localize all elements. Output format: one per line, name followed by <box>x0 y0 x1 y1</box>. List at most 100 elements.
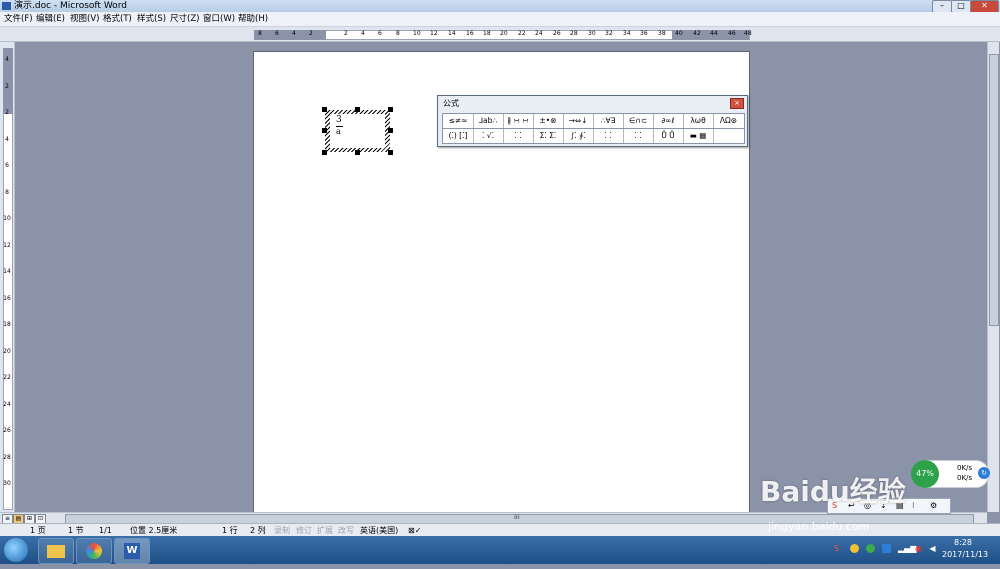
relational-symbols-button[interactable]: ≤≠≈ <box>443 114 474 128</box>
equation-object[interactable]: 3 a <box>325 110 390 152</box>
volume-tray-icon[interactable]: ◀ <box>928 544 937 553</box>
sogou-tray-icon[interactable]: S <box>832 544 841 553</box>
settings-icon[interactable]: ⚙ <box>930 500 937 512</box>
matrix-templates-button[interactable]: ▬ ▦ <box>683 129 714 143</box>
browser-taskbar-icon[interactable] <box>76 538 112 564</box>
clock-time[interactable]: 8:28 <box>954 538 972 547</box>
more-icon[interactable]: ⁝ <box>912 500 915 512</box>
menu-help[interactable]: 帮助(H) <box>238 12 268 26</box>
menu-style[interactable]: 样式(S) <box>137 12 166 26</box>
security-tray-icon[interactable] <box>866 544 875 553</box>
products-set-templates-button[interactable]: Ů Ů <box>653 129 684 143</box>
vertical-ruler[interactable]: 4 2 2 4 6 8 10 12 14 16 18 20 22 24 26 28 30 <box>0 42 15 512</box>
spaces-ellipses-button[interactable]: ⅃ab∴ <box>473 114 504 128</box>
equation-toolbar-close-button[interactable]: × <box>730 98 744 109</box>
ruler-left-margin <box>254 30 326 40</box>
vruler-tick-label: 10 <box>3 215 11 222</box>
ruler-tick-label: 2 <box>309 30 313 37</box>
resize-handle[interactable] <box>322 107 327 112</box>
status-record[interactable]: 录制 <box>274 525 290 536</box>
ruler-tick-label: 36 <box>640 30 648 37</box>
logical-symbols-button[interactable]: ∴∀∃ <box>593 114 624 128</box>
title-bar: 演示.doc - Microsoft Word – □ ✕ <box>0 0 1000 13</box>
ruler-tick-label: 22 <box>518 30 526 37</box>
fence-templates-button[interactable]: (⁚) [⁚] <box>443 129 474 143</box>
download-speed: 0K/s <box>957 474 973 482</box>
set-theory-symbols-button[interactable]: ∈∩⊂ <box>623 114 654 128</box>
wifi-tray-icon[interactable]: ◉ <box>914 544 923 553</box>
resize-handle[interactable] <box>388 107 393 112</box>
integral-templates-button[interactable]: ∫⁚ ∮⁚ <box>563 129 594 143</box>
status-overtype[interactable]: 改写 <box>338 525 354 536</box>
status-track-changes[interactable]: 修订 <box>296 525 312 536</box>
subscript-superscript-templates-button[interactable]: ⁚ ⁚ <box>503 129 534 143</box>
resize-handle[interactable] <box>355 150 360 155</box>
misc-symbols-button[interactable]: ∂∞ℓ <box>653 114 684 128</box>
underbar-overbar-templates-button[interactable]: ⁚ ⁚ <box>593 129 624 143</box>
refresh-icon[interactable]: ↻ <box>978 467 990 479</box>
menu-format[interactable]: 格式(T) <box>103 12 132 26</box>
menu-size[interactable]: 尺寸(Z) <box>170 12 199 26</box>
status-extend[interactable]: 扩展 <box>317 525 333 536</box>
equation-toolbar[interactable]: 公式 × ≤≠≈ ⅃ab∴ ∦ ∺ ∺ ±•⊗ →⇔↓ ∴∀∃ ∈∩⊂ ∂∞ℓ … <box>437 95 748 147</box>
start-button[interactable] <box>4 538 28 562</box>
empty-toolbar-slot <box>713 129 744 143</box>
template-row: (⁚) [⁚] ⁚ √⁚ ⁚ ⁚ Σ⁚ Σ⁚ ∫⁚ ∮⁚ ⁚ ⁚ ⁚ ⁚ Ů Ů… <box>442 128 745 144</box>
ruler-tick-label: 6 <box>275 30 279 37</box>
operator-symbols-button[interactable]: ±•⊗ <box>533 114 564 128</box>
vruler-tick-label: 2 <box>5 109 9 116</box>
network-speed-widget[interactable]: 47% 0K/s 0K/s ↻ <box>911 460 990 488</box>
word-icon: W <box>124 543 140 559</box>
summation-templates-button[interactable]: Σ⁚ Σ⁚ <box>533 129 564 143</box>
ruler-tick-label: 2 <box>344 30 348 37</box>
app-tray-icon[interactable] <box>850 544 859 553</box>
vruler-tick-label: 16 <box>3 294 11 302</box>
word-app-icon <box>2 2 11 10</box>
scroll-grip: ⁞⁞⁞ <box>514 514 520 521</box>
word-taskbar-button[interactable]: W <box>114 538 150 564</box>
vruler-tick-label: 14 <box>3 268 11 275</box>
menu-view[interactable]: 视图(V) <box>70 12 99 26</box>
embellishments-button[interactable]: ∦ ∺ ∺ <box>503 114 534 128</box>
ruler-tick-label: 46 <box>728 30 736 37</box>
equation-canvas[interactable]: 3 a <box>330 114 385 148</box>
menu-file[interactable]: 文件(F) <box>4 12 33 26</box>
ruler-tick-label: 8 <box>258 30 262 37</box>
vruler-tick-label: 24 <box>3 400 11 408</box>
file-explorer-taskbar-icon[interactable] <box>38 538 74 564</box>
folder-icon <box>47 545 65 558</box>
resize-handle[interactable] <box>355 107 360 112</box>
network-tray-icon[interactable]: ▂▄▆ <box>898 544 916 553</box>
horizontal-ruler[interactable]: 8 6 4 2 2 4 6 8 10 12 14 16 18 20 22 24 26 28 30 32 34 36 38 40… <box>0 27 1000 42</box>
menu-window[interactable]: 窗口(W) <box>203 12 235 26</box>
fraction-radical-templates-button[interactable]: ⁚ √⁚ <box>473 129 504 143</box>
spelling-status-icon[interactable]: ⊠✓ <box>408 525 421 536</box>
arrow-symbols-button[interactable]: →⇔↓ <box>563 114 594 128</box>
vruler-tick-label: 6 <box>5 162 9 169</box>
vruler-tick-label: 8 <box>5 188 9 196</box>
resize-handle[interactable] <box>388 128 393 133</box>
ruler-tick-label: 32 <box>605 30 613 37</box>
vruler-tick-label: 22 <box>3 374 11 381</box>
vruler-tick-label: 30 <box>3 480 11 487</box>
labeled-arrow-templates-button[interactable]: ⁚ ⁚ <box>623 129 654 143</box>
greek-lowercase-button[interactable]: λωθ <box>683 114 714 128</box>
vertical-scrollbar[interactable] <box>987 42 999 512</box>
status-page: 1 页 <box>30 526 46 535</box>
resize-handle[interactable] <box>322 150 327 155</box>
resize-handle[interactable] <box>388 150 393 155</box>
vertical-scroll-thumb[interactable] <box>989 54 999 326</box>
ruler-tick-label: 34 <box>623 30 631 37</box>
memory-usage-badge[interactable]: 47% <box>911 460 939 488</box>
status-language[interactable]: 英语(美国) <box>360 525 398 536</box>
menu-edit[interactable]: 编辑(E) <box>36 12 65 26</box>
clock-date[interactable]: 2017/11/13 <box>942 550 988 559</box>
vruler-tick-label: 18 <box>3 321 11 328</box>
baidu-watermark-logo: Baidu经验 <box>760 475 906 508</box>
status-column: 2 列 <box>250 526 266 535</box>
shield-tray-icon[interactable] <box>882 544 891 553</box>
greek-uppercase-button[interactable]: ΛΩ⊛ <box>713 114 744 128</box>
ruler-tick-label: 10 <box>413 30 421 37</box>
fraction-numerator: 3 <box>336 115 342 125</box>
resize-handle[interactable] <box>322 128 327 133</box>
